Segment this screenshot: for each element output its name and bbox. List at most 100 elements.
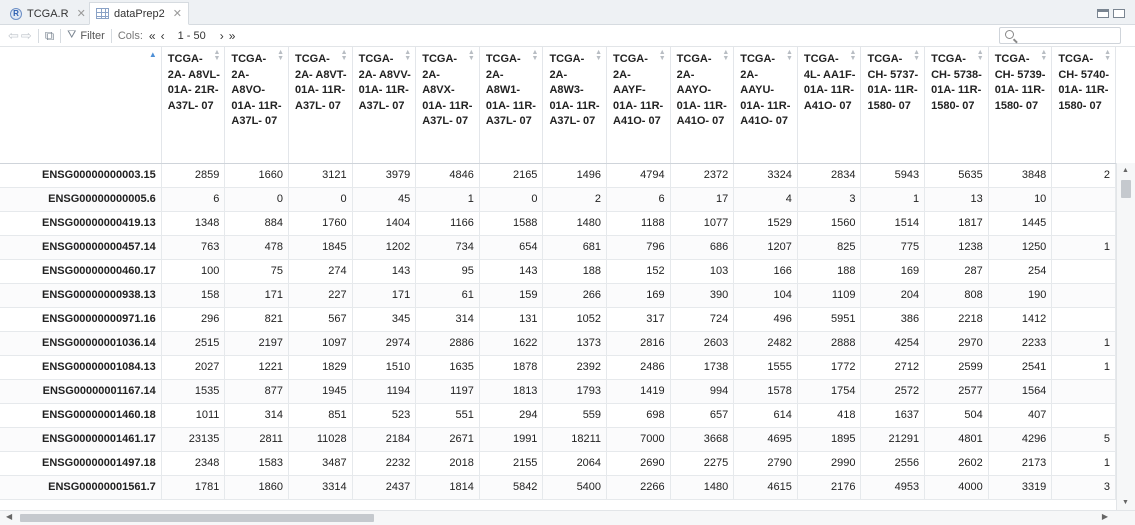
table-cell[interactable]: 1813	[479, 379, 544, 404]
table-cell[interactable]: 4695	[733, 427, 798, 452]
table-cell[interactable]: 1845	[288, 235, 353, 260]
table-cell[interactable]: 5	[1051, 427, 1116, 452]
table-cell[interactable]: 152	[606, 259, 671, 284]
table-cell[interactable]: 171	[352, 283, 417, 308]
table-cell[interactable]: 10	[988, 187, 1053, 212]
table-cell[interactable]: 2556	[860, 451, 926, 476]
table-cell[interactable]: 4801	[924, 427, 989, 452]
table-cell[interactable]: 296	[161, 307, 226, 332]
table-cell[interactable]: 1	[1051, 235, 1116, 260]
table-cell[interactable]: 314	[415, 307, 480, 332]
table-cell[interactable]: 11028	[288, 427, 353, 452]
table-cell[interactable]: 4953	[860, 475, 926, 500]
row-name-cell[interactable]: ENSG00000001497.18	[0, 451, 162, 476]
table-cell[interactable]: 169	[606, 283, 671, 308]
table-cell[interactable]: 1945	[288, 379, 353, 404]
table-cell[interactable]: 2572	[860, 379, 926, 404]
table-cell[interactable]: 2176	[797, 475, 862, 500]
table-cell[interactable]: 1635	[415, 355, 480, 380]
table-cell[interactable]: 1555	[733, 355, 798, 380]
table-cell[interactable]: 1754	[797, 379, 862, 404]
vertical-scrollbar[interactable]: ▲ ▼	[1116, 163, 1135, 510]
vertical-scroll-thumb[interactable]	[1121, 180, 1131, 198]
table-cell[interactable]: 1197	[415, 379, 480, 404]
table-cell[interactable]: 1207	[733, 235, 798, 260]
table-cell[interactable]: 2671	[415, 427, 480, 452]
table-cell[interactable]: 21291	[860, 427, 926, 452]
table-cell[interactable]: 2232	[352, 451, 417, 476]
table-cell[interactable]: 2184	[352, 427, 417, 452]
table-cell[interactable]: 2	[1051, 163, 1116, 188]
table-cell[interactable]: 3324	[733, 163, 798, 188]
table-cell[interactable]: 104	[733, 283, 798, 308]
column-header[interactable]: TCGA- 2A- A8VL- 01A- 21R- A37L- 07 ▲ ▼	[161, 47, 226, 164]
table-cell[interactable]: 551	[415, 403, 480, 428]
table-cell[interactable]: 1878	[479, 355, 544, 380]
table-cell[interactable]: 5951	[797, 307, 862, 332]
table-cell[interactable]: 1	[860, 187, 926, 212]
table-cell[interactable]: 1622	[479, 331, 544, 356]
table-cell[interactable]: 386	[860, 307, 926, 332]
table-cell[interactable]: 287	[924, 259, 989, 284]
table-cell[interactable]: 1194	[352, 379, 417, 404]
sort-toggle-icon[interactable]: ▲ ▼	[341, 49, 348, 62]
table-cell[interactable]: 821	[224, 307, 289, 332]
table-cell[interactable]: 17	[670, 187, 735, 212]
table-cell[interactable]: 6	[161, 187, 226, 212]
table-cell[interactable]: 18211	[542, 427, 608, 452]
close-icon[interactable]: ✕	[77, 7, 86, 20]
table-cell[interactable]: 2	[542, 187, 608, 212]
minimize-pane-icon[interactable]	[1097, 9, 1109, 18]
table-cell[interactable]: 3668	[670, 427, 735, 452]
table-cell[interactable]: 2888	[797, 331, 862, 356]
table-cell[interactable]: 1166	[415, 211, 480, 236]
table-cell[interactable]: 1404	[352, 211, 417, 236]
table-cell[interactable]: 314	[224, 403, 289, 428]
table-cell[interactable]: 2599	[924, 355, 989, 380]
table-cell[interactable]: 1772	[797, 355, 862, 380]
table-cell[interactable]: 1	[1051, 355, 1116, 380]
table-cell[interactable]: 825	[797, 235, 862, 260]
table-cell[interactable]: 2859	[161, 163, 226, 188]
table-cell[interactable]: 5400	[542, 475, 608, 500]
sort-toggle-icon[interactable]: ▲ ▼	[532, 49, 539, 62]
row-name-cell[interactable]: ENSG00000001084.13	[0, 355, 162, 380]
table-cell[interactable]: 2486	[606, 355, 671, 380]
scroll-up-icon[interactable]: ▲	[1122, 167, 1129, 174]
table-cell[interactable]: 1781	[161, 475, 226, 500]
table-cell[interactable]: 6	[606, 187, 671, 212]
show-in-window-icon[interactable]: ⧉	[45, 28, 54, 44]
table-cell[interactable]: 884	[224, 211, 289, 236]
table-cell[interactable]	[1051, 403, 1116, 428]
table-cell[interactable]: 2515	[161, 331, 226, 356]
row-name-cell[interactable]: ENSG00000000460.17	[0, 259, 162, 284]
table-cell[interactable]: 3314	[288, 475, 353, 500]
table-cell[interactable]: 2372	[670, 163, 735, 188]
table-cell[interactable]: 188	[797, 259, 862, 284]
column-header[interactable]: TCGA- 2A- A8VO- 01A- 11R- A37L- 07 ▲ ▼	[224, 47, 289, 164]
sort-toggle-icon[interactable]: ▲ ▼	[1104, 49, 1111, 62]
table-cell[interactable]: 100	[161, 259, 226, 284]
table-cell[interactable]: 3848	[988, 163, 1053, 188]
row-name-cell[interactable]: ENSG00000001561.7	[0, 475, 162, 500]
table-cell[interactable]: 2790	[733, 451, 798, 476]
table-cell[interactable]: 5842	[479, 475, 544, 500]
table-cell[interactable]: 567	[288, 307, 353, 332]
table-cell[interactable]: 496	[733, 307, 798, 332]
row-name-cell[interactable]: ENSG00000000971.16	[0, 307, 162, 332]
table-cell[interactable]: 734	[415, 235, 480, 260]
table-cell[interactable]: 3	[797, 187, 862, 212]
table-cell[interactable]: 796	[606, 235, 671, 260]
table-cell[interactable]: 390	[670, 283, 735, 308]
table-cell[interactable]: 1529	[733, 211, 798, 236]
maximize-pane-icon[interactable]	[1113, 9, 1125, 18]
first-cols-button[interactable]: «	[149, 29, 156, 43]
horizontal-scroll-thumb[interactable]	[20, 514, 374, 522]
forward-arrow-icon[interactable]: ⇨	[21, 28, 32, 44]
table-cell[interactable]: 2165	[479, 163, 544, 188]
table-cell[interactable]: 227	[288, 283, 353, 308]
table-cell[interactable]: 61	[415, 283, 480, 308]
table-cell[interactable]: 1578	[733, 379, 798, 404]
search-input[interactable]	[1018, 29, 1116, 42]
table-cell[interactable]: 1	[1051, 331, 1116, 356]
